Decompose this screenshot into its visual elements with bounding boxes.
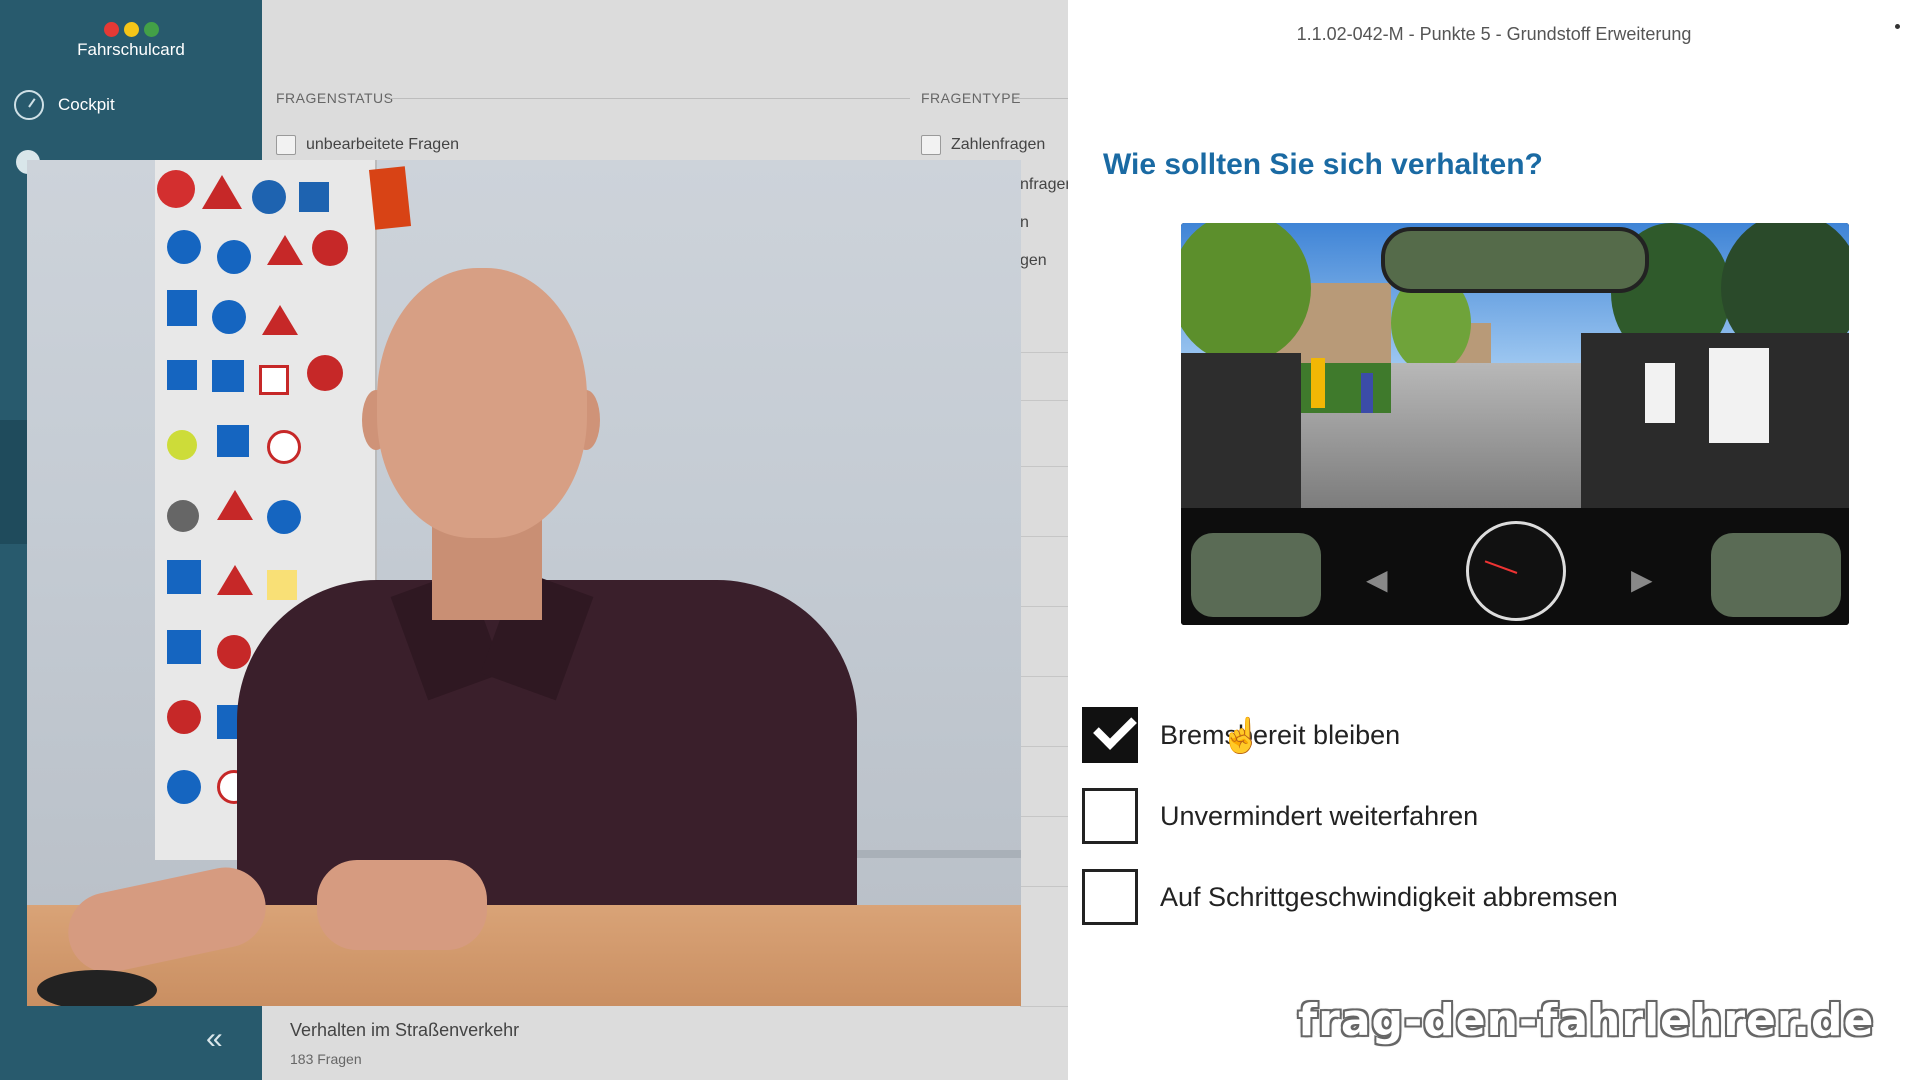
- filter-label-partial[interactable]: nfragen: [1020, 176, 1074, 194]
- answer-checkbox[interactable]: [1082, 869, 1138, 925]
- webcam-video: [27, 160, 1021, 1006]
- answer-option-2[interactable]: Unvermindert weiterfahren: [1082, 788, 1478, 844]
- sidebar-item-label: Cockpit: [58, 95, 115, 114]
- divider: [1020, 400, 1068, 401]
- list-item-title: Verhalten im Straßenverkehr: [290, 1020, 520, 1040]
- list-item[interactable]: Verhalten im Straßenverkehr 183 Fragen: [290, 1020, 1068, 1080]
- answer-checkbox[interactable]: [1082, 707, 1138, 763]
- sidebar-active-strip: [0, 420, 28, 544]
- presenter-head: [377, 268, 587, 538]
- sidebar-item-cockpit[interactable]: Cockpit: [14, 90, 115, 120]
- divider: [1020, 886, 1068, 887]
- filter-label: Zahlenfragen: [951, 136, 1046, 153]
- question-title: Wie sollten Sie sich verhalten?: [1103, 148, 1543, 181]
- divider: [390, 98, 910, 99]
- filter-label-partial[interactable]: gen: [1020, 252, 1047, 270]
- filter-zahlenfragen[interactable]: Zahlenfragen: [921, 135, 1045, 155]
- filter-unbearbeitete[interactable]: unbearbeitete Fragen: [276, 135, 459, 155]
- divider: [1020, 606, 1068, 607]
- answer-text: Bremsbereit bleiben: [1160, 719, 1401, 750]
- right-indicator-icon: ▶: [1631, 564, 1653, 595]
- divider: [1020, 1006, 1068, 1007]
- answer-text: Unvermindert weiterfahren: [1160, 800, 1479, 831]
- divider: [1020, 352, 1068, 353]
- checkbox[interactable]: [921, 135, 941, 155]
- divider: [1020, 746, 1068, 747]
- computer-mouse: [37, 970, 157, 1006]
- hand-cursor-icon: ☝: [1220, 717, 1263, 755]
- answer-option-3[interactable]: Auf Schrittgeschwindigkeit abbremsen: [1082, 869, 1618, 925]
- checkbox[interactable]: [276, 135, 296, 155]
- logo-dots: [104, 22, 159, 37]
- divider: [1017, 98, 1068, 99]
- rear-view-mirror: [1381, 227, 1649, 293]
- question-id: 1.1.02-042-M - Punkte 5 - Grundstoff Erw…: [1296, 24, 1692, 44]
- divider: [1020, 466, 1068, 467]
- question-image: ◀ ▶: [1181, 223, 1849, 625]
- question-panel: 1.1.02-042-M - Punkte 5 - Grundstoff Erw…: [1068, 0, 1920, 1080]
- app-logo[interactable]: Fahrschulcard: [0, 40, 262, 60]
- speedometer: [1466, 521, 1566, 621]
- divider: [1020, 536, 1068, 537]
- list-item-count: 183 Fragen: [290, 1051, 362, 1067]
- divider: [1020, 676, 1068, 677]
- divider: [1020, 816, 1068, 817]
- left-indicator-icon: ◀: [1366, 564, 1388, 595]
- filter-label-partial[interactable]: n: [1020, 214, 1029, 232]
- fragentype-heading: FRAGENTYPE: [921, 90, 1021, 106]
- filter-label: unbearbeitete Fragen: [306, 136, 459, 153]
- menu-icon[interactable]: [1895, 24, 1900, 29]
- watermark: frag-den-fahrlehrer.de: [1298, 995, 1875, 1046]
- fragenstatus-heading: FRAGENSTATUS: [276, 90, 394, 106]
- answer-text: Auf Schrittgeschwindigkeit abbremsen: [1160, 881, 1618, 912]
- collapse-sidebar-button[interactable]: «: [206, 1022, 223, 1056]
- gauge-icon: [14, 90, 44, 120]
- answer-checkbox[interactable]: [1082, 788, 1138, 844]
